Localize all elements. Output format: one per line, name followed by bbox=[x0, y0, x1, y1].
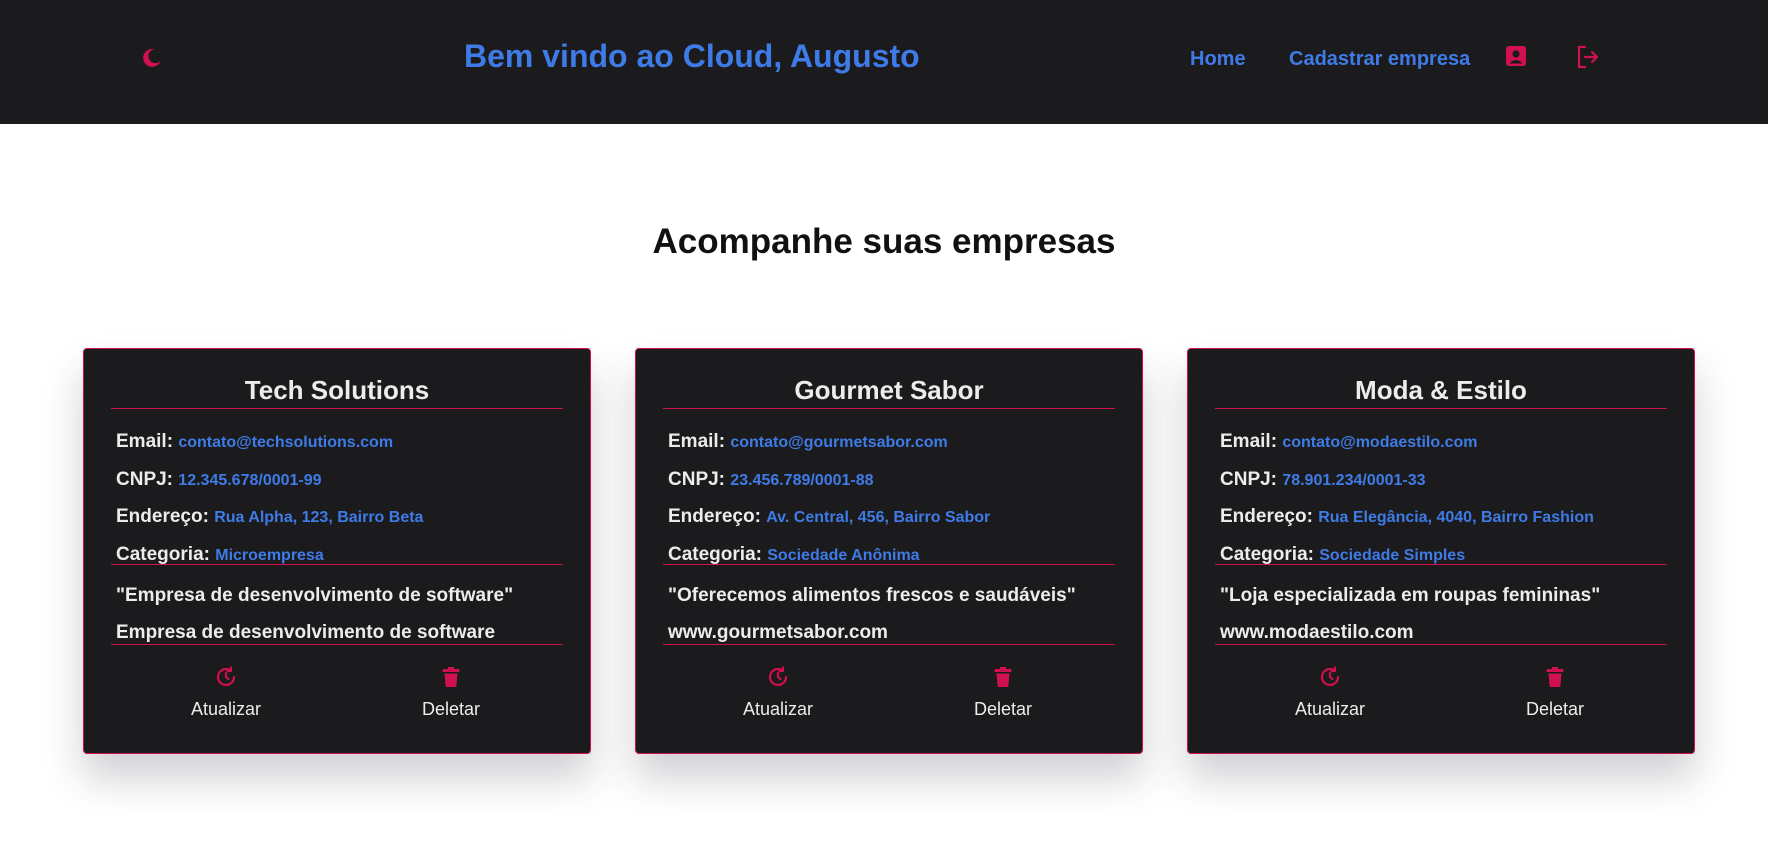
company-slogan: "Oferecemos alimentos frescos e saudávei… bbox=[668, 585, 1076, 606]
address-value: Rua Elegância, 4040, Bairro Fashion bbox=[1318, 509, 1594, 526]
company-email: Email: contato@techsolutions.com bbox=[116, 431, 393, 453]
company-extra-info: www.modaestilo.com bbox=[1220, 622, 1414, 643]
email-label: Email: bbox=[116, 431, 174, 452]
top-navbar: Bem vindo ao Cloud, Augusto Home Cadastr… bbox=[0, 0, 1768, 124]
cnpj-value: 78.901.234/0001-33 bbox=[1282, 472, 1426, 489]
page-title: Acompanhe suas empresas bbox=[652, 222, 1116, 261]
address-label: Endereço: bbox=[116, 506, 209, 527]
refresh-icon bbox=[1320, 666, 1340, 687]
company-email: Email: contato@gourmetsabor.com bbox=[668, 431, 948, 453]
company-email: Email: contato@modaestilo.com bbox=[1220, 431, 1478, 453]
cnpj-label: CNPJ: bbox=[1220, 469, 1278, 490]
user-icon[interactable] bbox=[1504, 44, 1530, 70]
email-value: contato@techsolutions.com bbox=[178, 434, 394, 451]
update-button[interactable]: Atualizar bbox=[718, 665, 838, 720]
company-cards: Tech Solutions Email: contato@techsoluti… bbox=[83, 348, 1695, 754]
company-extra-info: www.gourmetsabor.com bbox=[668, 622, 888, 643]
category-value: Sociedade Simples bbox=[1319, 547, 1466, 564]
company-address: Endereço: Rua Alpha, 123, Bairro Beta bbox=[116, 506, 423, 528]
divider bbox=[663, 644, 1115, 645]
category-value: Sociedade Anônima bbox=[767, 547, 920, 564]
trash-icon bbox=[442, 667, 460, 687]
company-card: Gourmet Sabor Email: contato@gourmetsabo… bbox=[635, 348, 1143, 754]
update-label: Atualizar bbox=[742, 699, 814, 719]
cnpj-value: 12.345.678/0001-99 bbox=[178, 472, 322, 489]
logout-icon[interactable] bbox=[1575, 44, 1601, 70]
company-name: Gourmet Sabor bbox=[663, 375, 1115, 409]
company-category: Categoria: Microempresa bbox=[116, 544, 324, 566]
welcome-title: Bem vindo ao Cloud, Augusto bbox=[464, 38, 920, 74]
nav-home-link[interactable]: Home bbox=[1190, 48, 1246, 71]
address-value: Av. Central, 456, Bairro Sabor bbox=[766, 509, 991, 526]
divider bbox=[663, 564, 1115, 565]
company-address: Endereço: Rua Elegância, 4040, Bairro Fa… bbox=[1220, 506, 1594, 528]
company-address: Endereço: Av. Central, 456, Bairro Sabor bbox=[668, 506, 990, 528]
company-card: Moda & Estilo Email: contato@modaestilo.… bbox=[1187, 348, 1695, 754]
company-name: Moda & Estilo bbox=[1215, 375, 1667, 409]
category-label: Categoria: bbox=[1220, 544, 1314, 565]
cnpj-label: CNPJ: bbox=[668, 469, 726, 490]
delete-label: Deletar bbox=[1525, 699, 1585, 719]
address-value: Rua Alpha, 123, Bairro Beta bbox=[214, 509, 424, 526]
delete-button[interactable]: Deletar bbox=[943, 665, 1063, 720]
company-category: Categoria: Sociedade Simples bbox=[1220, 544, 1465, 566]
update-label: Atualizar bbox=[1294, 699, 1366, 719]
delete-label: Deletar bbox=[973, 699, 1033, 719]
address-label: Endereço: bbox=[1220, 506, 1313, 527]
trash-icon bbox=[994, 667, 1012, 687]
category-value: Microempresa bbox=[215, 547, 324, 564]
divider bbox=[1215, 644, 1667, 645]
cnpj-value: 23.456.789/0001-88 bbox=[730, 472, 874, 489]
email-label: Email: bbox=[668, 431, 726, 452]
update-label: Atualizar bbox=[190, 699, 262, 719]
update-button[interactable]: Atualizar bbox=[1270, 665, 1390, 720]
company-card: Tech Solutions Email: contato@techsoluti… bbox=[83, 348, 591, 754]
refresh-icon bbox=[216, 666, 236, 687]
address-label: Endereço: bbox=[668, 506, 761, 527]
category-label: Categoria: bbox=[668, 544, 762, 565]
delete-label: Deletar bbox=[421, 699, 481, 719]
company-category: Categoria: Sociedade Anônima bbox=[668, 544, 920, 566]
update-button[interactable]: Atualizar bbox=[166, 665, 286, 720]
company-name: Tech Solutions bbox=[111, 375, 563, 409]
cnpj-label: CNPJ: bbox=[116, 469, 174, 490]
company-cnpj: CNPJ: 12.345.678/0001-99 bbox=[116, 469, 322, 491]
trash-icon bbox=[1546, 667, 1564, 687]
email-value: contato@modaestilo.com bbox=[1282, 434, 1478, 451]
company-slogan: "Loja especializada em roupas femininas" bbox=[1220, 585, 1601, 606]
company-cnpj: CNPJ: 78.901.234/0001-33 bbox=[1220, 469, 1426, 491]
delete-button[interactable]: Deletar bbox=[1495, 665, 1615, 720]
divider bbox=[1215, 564, 1667, 565]
refresh-icon bbox=[768, 666, 788, 687]
email-label: Email: bbox=[1220, 431, 1278, 452]
company-cnpj: CNPJ: 23.456.789/0001-88 bbox=[668, 469, 874, 491]
category-label: Categoria: bbox=[116, 544, 210, 565]
company-extra-info: Empresa de desenvolvimento de software bbox=[116, 622, 496, 643]
nav-register-company-link[interactable]: Cadastrar empresa bbox=[1289, 48, 1470, 71]
divider bbox=[111, 564, 563, 565]
delete-button[interactable]: Deletar bbox=[391, 665, 511, 720]
moon-icon[interactable] bbox=[140, 46, 164, 70]
email-value: contato@gourmetsabor.com bbox=[730, 434, 948, 451]
company-slogan: "Empresa de desenvolvimento de software" bbox=[116, 585, 514, 606]
divider bbox=[111, 644, 563, 645]
